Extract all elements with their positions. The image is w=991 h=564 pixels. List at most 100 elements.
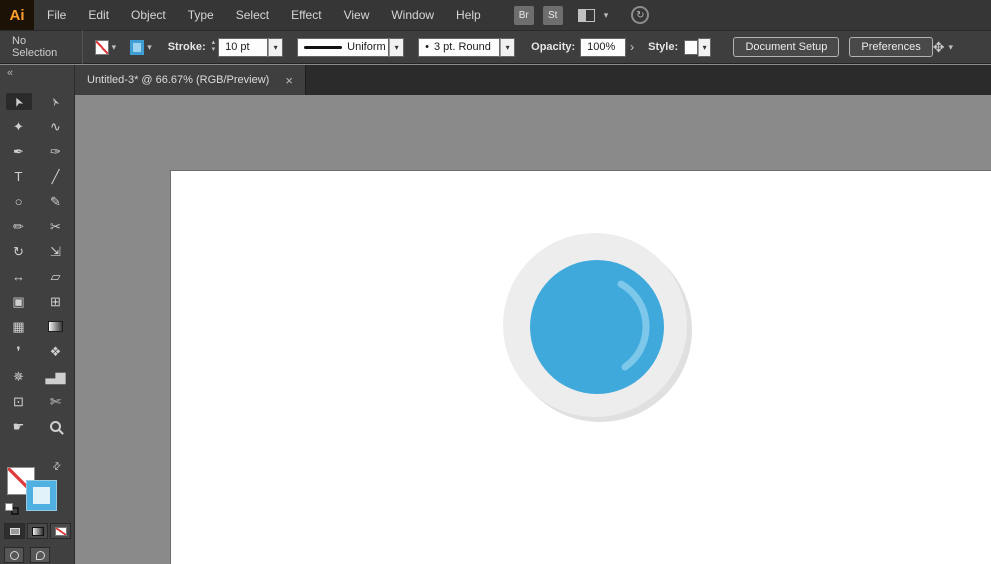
artboard[interactable]	[170, 170, 991, 564]
tool-artboard[interactable]: ⊡	[6, 393, 32, 410]
color-button[interactable]	[4, 523, 25, 539]
menu-view[interactable]: View	[333, 0, 381, 30]
tool-selection[interactable]: ➤	[5, 93, 32, 110]
menu-file[interactable]: File	[36, 0, 77, 30]
tool-zoom[interactable]	[43, 418, 69, 435]
draw-normal-button[interactable]	[4, 547, 24, 563]
column-graph-icon: ▃▆	[45, 369, 66, 384]
stroke-weight-field[interactable]: 10 pt	[218, 37, 269, 57]
default-fill-chip	[5, 503, 13, 511]
tool-pencil[interactable]: ✏	[6, 218, 32, 235]
gradient-icon	[48, 321, 63, 332]
step-down-icon[interactable]: ▾	[212, 46, 216, 54]
stroke-weight-stepper[interactable]: ▴ ▾	[212, 39, 216, 54]
menu-effect[interactable]: Effect	[280, 0, 332, 30]
tool-lasso[interactable]: ∿	[43, 118, 69, 135]
menu-object[interactable]: Object	[120, 0, 177, 30]
lasso-icon: ∿	[50, 119, 61, 134]
menu-bar: Ai File Edit Object Type Select Effect V…	[0, 0, 991, 30]
tool-perspective-grid[interactable]: ⊞	[43, 293, 69, 310]
tool-slice[interactable]: ✄	[43, 393, 69, 410]
line-segment-icon: ╱	[51, 169, 60, 184]
canvas-pasteboard[interactable]	[75, 95, 991, 564]
stroke-weight-dropdown[interactable]: ▾	[268, 37, 284, 57]
circle-artwork[interactable]	[497, 227, 697, 427]
brush-preview-dot: •	[425, 41, 429, 53]
tool-shape-builder[interactable]: ▣	[6, 293, 32, 310]
scissors-icon: ✂	[50, 219, 61, 234]
curvature-icon: ✑	[50, 144, 61, 159]
draw-behind-button[interactable]	[30, 547, 50, 563]
opacity-group: 100%	[580, 37, 627, 57]
tool-symbol-sprayer[interactable]: ✵	[6, 368, 32, 385]
none-button[interactable]	[50, 523, 71, 539]
opacity-flyout-icon[interactable]: ›	[630, 40, 634, 54]
gradient-button[interactable]	[27, 523, 48, 539]
rotate-icon: ↻	[13, 244, 24, 259]
width-profile-dropdown[interactable]: ▾	[389, 37, 405, 57]
control-bar: No Selection ▾ ▾ Stroke: ▴ ▾ 10 pt ▾ Uni…	[0, 30, 991, 64]
transform-widget[interactable]: ✥ ▾	[933, 39, 953, 56]
brush-name: 3 pt. Round	[434, 41, 491, 53]
tool-line-segment[interactable]: ╱	[43, 168, 69, 185]
pen-icon: ✒	[13, 144, 24, 159]
preferences-button[interactable]: Preferences	[849, 37, 933, 57]
free-transform-icon: ▱	[50, 269, 61, 284]
stroke-color-swatch[interactable]	[130, 39, 145, 55]
bridge-button[interactable]: Br	[513, 5, 534, 25]
tool-width[interactable]: ↔	[6, 268, 32, 285]
brush-dropdown[interactable]: ▾	[500, 37, 516, 57]
tool-free-transform[interactable]: ▱	[43, 268, 69, 285]
tool-scale[interactable]: ⇲	[43, 243, 69, 260]
close-icon[interactable]: ×	[285, 73, 293, 88]
brush-field[interactable]: • 3 pt. Round	[418, 37, 501, 57]
collapse-panel-icon[interactable]: «	[7, 67, 13, 79]
tool-hand[interactable]: ☛	[6, 418, 32, 435]
zoom-icon	[50, 421, 61, 432]
swap-fill-stroke-icon[interactable]: ⇄	[50, 460, 64, 474]
workspace-icon[interactable]	[577, 8, 595, 22]
menu-help[interactable]: Help	[445, 0, 492, 30]
direct-selection-icon: ➢	[47, 93, 64, 110]
opacity-field[interactable]: 100%	[580, 37, 627, 57]
tool-pen[interactable]: ✒	[6, 143, 32, 160]
style-swatch[interactable]	[684, 39, 698, 55]
menu-select[interactable]: Select	[225, 0, 280, 30]
menu-window[interactable]: Window	[380, 0, 445, 30]
tool-gradient[interactable]	[43, 318, 69, 335]
chevron-down-icon[interactable]: ▾	[948, 42, 953, 53]
fill-color-swatch[interactable]	[94, 39, 109, 55]
tool-eyedropper[interactable]: ❜	[6, 343, 32, 360]
shape-builder-icon: ▣	[12, 294, 25, 309]
tool-mesh[interactable]: ▦	[6, 318, 32, 335]
artboard-icon: ⊡	[13, 394, 24, 409]
tool-rotate[interactable]: ↻	[6, 243, 32, 260]
tool-blend[interactable]: ❖	[43, 343, 69, 360]
eyedropper-icon: ❜	[16, 344, 21, 359]
tool-paintbrush[interactable]: ✎	[43, 193, 69, 210]
menu-edit[interactable]: Edit	[77, 0, 120, 30]
chevron-down-icon[interactable]: ▾	[147, 42, 152, 53]
chevron-down-icon[interactable]: ▾	[604, 10, 609, 21]
document-setup-button[interactable]: Document Setup	[733, 37, 840, 57]
style-dropdown[interactable]: ▾	[697, 37, 712, 57]
stroke-weight-group: 10 pt ▾	[218, 37, 284, 57]
tool-type[interactable]: T	[6, 168, 32, 185]
style-label: Style:	[648, 41, 679, 53]
width-profile-field[interactable]: Uniform	[297, 37, 390, 57]
document-tab[interactable]: Untitled-3* @ 66.67% (RGB/Preview) ×	[75, 65, 306, 95]
tool-scissors[interactable]: ✂	[43, 218, 69, 235]
menu-type[interactable]: Type	[177, 0, 225, 30]
tool-ellipse[interactable]: ○	[6, 193, 32, 210]
default-fill-stroke-icon[interactable]	[5, 503, 19, 515]
tool-magic-wand[interactable]: ✦	[6, 118, 32, 135]
stock-button[interactable]: St	[542, 5, 563, 25]
tool-direct-selection[interactable]: ➢	[43, 93, 69, 110]
symbol-sprayer-icon: ✵	[13, 369, 24, 384]
chevron-down-icon[interactable]: ▾	[112, 42, 117, 53]
stroke-swatch-blue[interactable]	[27, 481, 56, 510]
selection-icon: ➤	[10, 93, 27, 110]
tool-curvature[interactable]: ✑	[43, 143, 69, 160]
tool-column-graph[interactable]: ▃▆	[43, 368, 69, 385]
sync-icon[interactable]: ↻	[631, 6, 650, 24]
